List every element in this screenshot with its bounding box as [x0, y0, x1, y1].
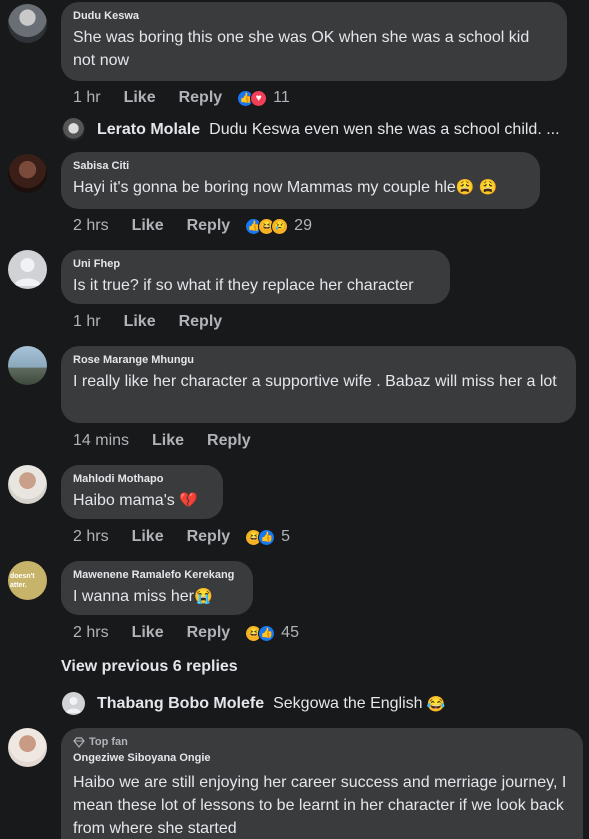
comment-bubble: Sabisa Citi Hayi it's gonna be boring no… — [61, 152, 540, 209]
avatar[interactable] — [8, 465, 47, 504]
reaction-count: 5 — [281, 528, 291, 545]
comment-text-body: I wanna miss her — [73, 588, 194, 605]
reply-preview[interactable]: Lerato Molale Dudu Keswa even wen she wa… — [62, 118, 560, 141]
reaction-count: 29 — [294, 217, 312, 234]
comment-author[interactable]: Sabisa Citi — [73, 160, 528, 173]
comment-bubble: Mahlodi Mothapo Haibo mama's 💔 — [61, 465, 223, 519]
like-button[interactable]: Like — [132, 217, 164, 235]
reply-text: Dudu Keswa even wen she was a school chi… — [209, 120, 560, 138]
avatar — [62, 692, 85, 715]
reaction-summary[interactable]: 👍 😆 😢 29 — [245, 217, 312, 235]
reply-button[interactable]: Reply — [187, 624, 231, 642]
reply-button[interactable]: Reply — [207, 432, 251, 450]
comment-bubble: Dudu Keswa She was boring this one she w… — [61, 2, 567, 81]
comment-text: Hayi it's gonna be boring now Mammas my … — [73, 176, 528, 199]
comment-author[interactable]: Uni Fhep — [73, 258, 438, 271]
broken-heart-icon: 💔 — [179, 492, 198, 509]
comment-bubble: Uni Fhep Is it true? if so what if they … — [61, 250, 450, 304]
comment-time[interactable]: 2 hrs — [73, 217, 109, 235]
comment-actions: 14 mins Like Reply — [73, 431, 274, 451]
diamond-icon — [73, 737, 85, 748]
reply-button[interactable]: Reply — [187, 528, 231, 546]
reaction-summary[interactable]: 😆 👍 5 — [245, 528, 290, 546]
view-previous-replies-link[interactable]: View previous 6 replies — [61, 658, 238, 676]
comment-actions: 2 hrs Like Reply 👍 😆 😢 29 — [73, 216, 312, 236]
like-button[interactable]: Like — [124, 89, 156, 107]
comment-text-body: Hayi it's gonna be boring now Mammas my … — [73, 179, 456, 196]
reaction-count: 11 — [273, 89, 290, 106]
top-fan-label: Top fan — [89, 736, 128, 748]
comment-time[interactable]: 14 mins — [73, 432, 129, 450]
sad-reaction-icon: 😢 — [271, 217, 289, 235]
avatar-text: doesn't atter. — [10, 572, 35, 589]
laughing-emoji-icon: 😂 — [426, 695, 446, 713]
emoji: 😩 😩 — [455, 179, 498, 196]
reply-button[interactable]: Reply — [187, 217, 231, 235]
comment-actions: 2 hrs Like Reply 😆 👍 45 — [73, 623, 299, 643]
like-button[interactable]: Like — [132, 624, 164, 642]
comment-author[interactable]: Mahlodi Mothapo — [73, 473, 211, 486]
like-reaction-icon: 👍 — [258, 624, 276, 642]
like-button[interactable]: Like — [132, 528, 164, 546]
comment-text: I really like her character a supportive… — [73, 373, 557, 390]
like-button[interactable]: Like — [152, 432, 184, 450]
reply-button[interactable]: Reply — [179, 89, 223, 107]
comment-author[interactable]: Mawenene Ramalefo Kerekang — [73, 569, 241, 582]
avatar[interactable] — [8, 4, 47, 43]
comment-text-body: Haibo mama's — [73, 492, 175, 509]
love-reaction-icon: ♥ — [250, 89, 268, 107]
avatar[interactable] — [8, 728, 47, 767]
comment-text: I wanna miss her😭 — [73, 585, 241, 608]
avatar[interactable]: doesn't atter. — [8, 561, 47, 600]
comment-actions: 1 hr Like Reply — [73, 312, 245, 332]
default-avatar-icon — [66, 697, 81, 713]
comment-text: Is it true? if so what if they replace h… — [73, 277, 414, 294]
avatar[interactable] — [8, 250, 47, 289]
reaction-count: 45 — [281, 624, 299, 641]
comment-bubble: Top fan Ongeziwe Siboyana Ongie Haibo we… — [61, 728, 583, 839]
avatar[interactable] — [8, 154, 47, 193]
comment-bubble: Mawenene Ramalefo Kerekang I wanna miss … — [61, 561, 253, 615]
like-button[interactable]: Like — [124, 313, 156, 331]
reaction-summary[interactable]: 👍 ♥ 11 — [237, 89, 290, 107]
comment-author[interactable]: Rose Marange Mhungu — [73, 354, 564, 367]
comment-time[interactable]: 2 hrs — [73, 528, 109, 546]
comment-time[interactable]: 1 hr — [73, 313, 101, 331]
reply-author[interactable]: Thabang Bobo Molefe — [97, 695, 264, 713]
comment-text: Haibo mama's 💔 — [73, 489, 211, 512]
like-reaction-icon: 👍 — [258, 528, 276, 546]
reply-preview[interactable]: Thabang Bobo Molefe Sekgowa the English … — [62, 692, 445, 715]
comment-author[interactable]: Ongeziwe Siboyana Ongie — [73, 752, 571, 765]
comment-author[interactable]: Dudu Keswa — [73, 10, 555, 23]
reaction-summary[interactable]: 😆 👍 45 — [245, 624, 299, 642]
default-avatar-icon — [14, 258, 41, 286]
comment-text: Haibo we are still enjoying her career s… — [73, 774, 567, 837]
comment-time[interactable]: 1 hr — [73, 89, 101, 107]
comment-text: She was boring this one she was OK when … — [73, 29, 530, 69]
avatar[interactable] — [8, 346, 47, 385]
comment-actions: 2 hrs Like Reply 😆 👍 5 — [73, 527, 290, 547]
reply-button[interactable]: Reply — [179, 313, 223, 331]
comment-time[interactable]: 2 hrs — [73, 624, 109, 642]
reply-text: Sekgowa the English — [273, 694, 423, 712]
reply-author[interactable]: Lerato Molale — [97, 121, 200, 139]
comment-bubble: Rose Marange Mhungu I really like her ch… — [61, 346, 576, 423]
crying-face-icon: 😭 — [193, 588, 213, 605]
comment-actions: 1 hr Like Reply 👍 ♥ 11 — [73, 88, 290, 108]
top-fan-badge: Top fan — [73, 736, 571, 749]
avatar — [62, 118, 85, 141]
